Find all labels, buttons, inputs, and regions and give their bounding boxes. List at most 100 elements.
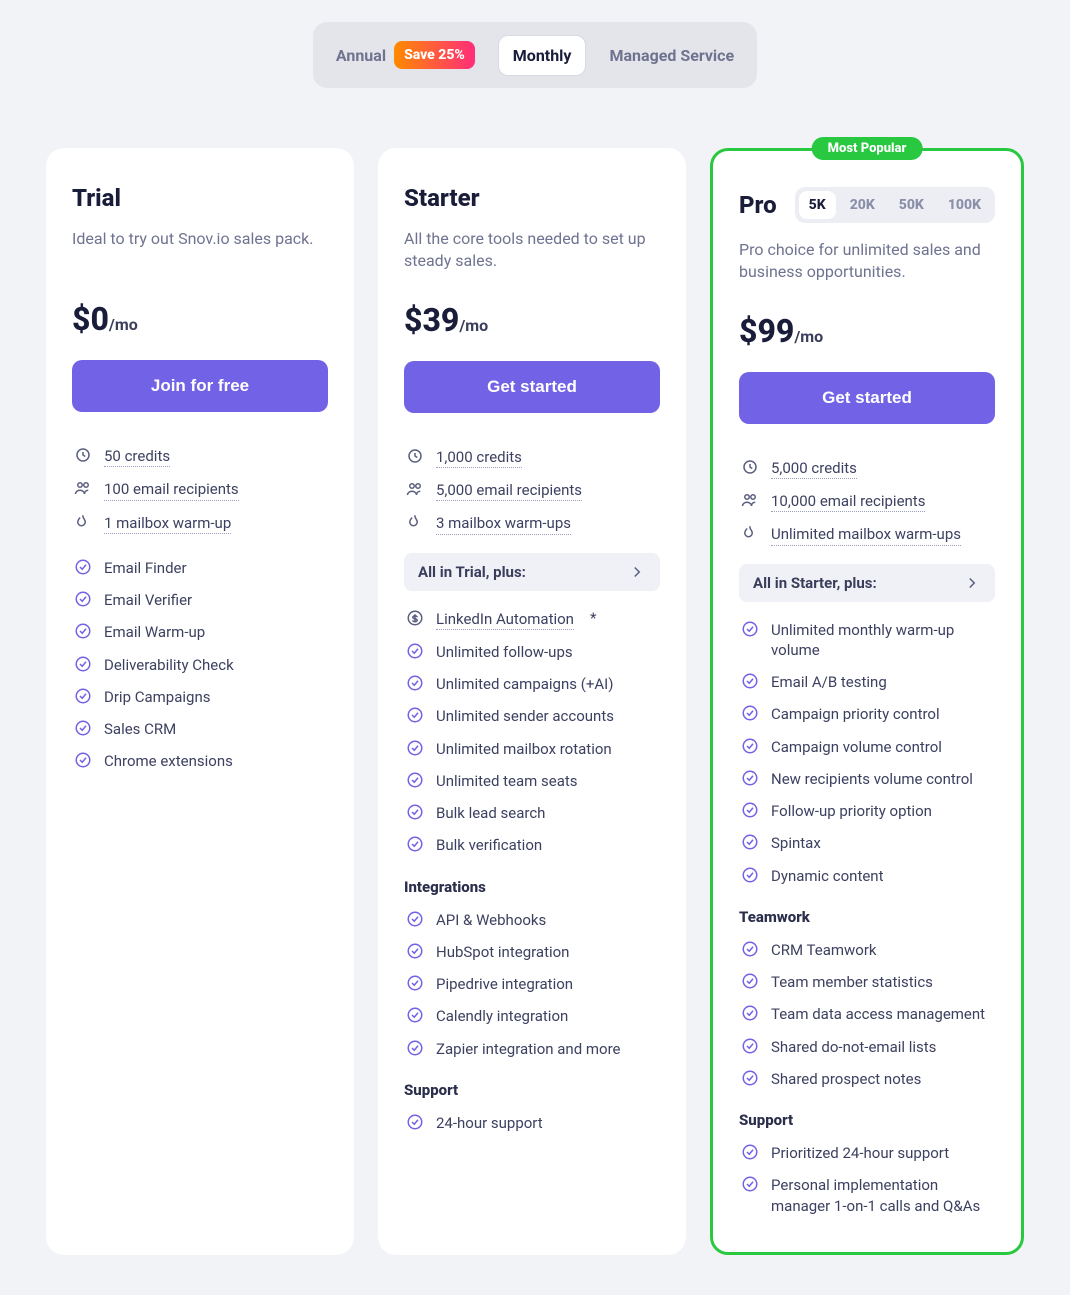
check-icon xyxy=(406,1113,424,1131)
feature-row: Shared do-not-email lists xyxy=(739,1031,995,1063)
feature-label: Email A/B testing xyxy=(771,672,887,692)
feature-label: Team data access management xyxy=(771,1004,985,1024)
usage-row: Unlimited mailbox warm-ups xyxy=(739,518,995,551)
feature-label: Sales CRM xyxy=(104,719,176,739)
usage-label: 100 email recipients xyxy=(104,479,239,500)
check-icon xyxy=(406,706,424,724)
feature-label: Bulk verification xyxy=(436,835,542,855)
feature-label: Email Verifier xyxy=(104,590,192,610)
check-icon xyxy=(406,642,424,660)
tier-tab-100K[interactable]: 100K xyxy=(938,191,991,219)
check-icon xyxy=(406,1006,424,1024)
check-icon xyxy=(741,704,759,722)
check-icon xyxy=(741,620,759,638)
feature-label: Pipedrive integration xyxy=(436,974,573,994)
usage-label: 10,000 email recipients xyxy=(771,491,925,512)
tier-tab-50K[interactable]: 50K xyxy=(889,191,934,219)
recipients-icon xyxy=(741,491,759,509)
feature-row: Team member statistics xyxy=(739,966,995,998)
feature-label: Team member statistics xyxy=(771,972,933,992)
toggle-managed[interactable]: Managed Service xyxy=(594,35,749,76)
feature-row: LinkedIn Automation* xyxy=(404,603,660,636)
feature-row: Zapier integration and more xyxy=(404,1033,660,1065)
tier-tab-20K[interactable]: 20K xyxy=(840,191,885,219)
check-icon xyxy=(741,1037,759,1055)
feature-row: New recipients volume control xyxy=(739,763,995,795)
billing-toggle: Annual Save 25% Monthly Managed Service xyxy=(313,22,757,88)
inclusion-bar[interactable]: All in Trial, plus: xyxy=(404,553,660,591)
cta-button[interactable]: Join for free xyxy=(72,360,328,412)
plan-price: $0/mo xyxy=(72,300,328,338)
feature-label: Email Warm-up xyxy=(104,622,205,642)
check-icon xyxy=(74,558,92,576)
most-popular-badge: Most Popular xyxy=(812,137,923,160)
dollar-icon xyxy=(406,609,424,627)
usage-label: 1,000 credits xyxy=(436,447,522,468)
credits-icon xyxy=(74,446,92,464)
feature-label: Deliverability Check xyxy=(104,655,234,675)
inclusion-label: All in Trial, plus: xyxy=(418,563,526,581)
plan-card-starter: StarterAll the core tools needed to set … xyxy=(378,148,686,1255)
feature-label: Unlimited follow-ups xyxy=(436,642,573,662)
feature-row: Dynamic content xyxy=(739,860,995,892)
warmup-icon xyxy=(741,524,759,542)
plan-name: Pro xyxy=(739,191,777,219)
check-icon xyxy=(406,803,424,821)
feature-row: Deliverability Check xyxy=(72,649,328,681)
feature-row: Prioritized 24-hour support xyxy=(739,1137,995,1169)
usage-label: 1 mailbox warm-up xyxy=(104,513,231,534)
check-icon xyxy=(741,1004,759,1022)
group-heading: Integrations xyxy=(404,878,660,896)
usage-row: 1 mailbox warm-up xyxy=(72,507,328,540)
chevron-icon xyxy=(628,563,646,581)
feature-row: Unlimited follow-ups xyxy=(404,636,660,668)
feature-label: Campaign priority control xyxy=(771,704,940,724)
feature-row: Unlimited team seats xyxy=(404,765,660,797)
feature-label: Zapier integration and more xyxy=(436,1039,620,1059)
save-badge: Save 25% xyxy=(394,41,475,69)
group-heading: Support xyxy=(739,1111,995,1129)
feature-row: Chrome extensions xyxy=(72,745,328,777)
check-icon xyxy=(74,622,92,640)
toggle-monthly[interactable]: Monthly xyxy=(498,35,587,76)
toggle-managed-label: Managed Service xyxy=(609,46,734,65)
inclusion-label: All in Starter, plus: xyxy=(753,574,877,592)
inclusion-bar[interactable]: All in Starter, plus: xyxy=(739,564,995,602)
usage-row: 10,000 email recipients xyxy=(739,485,995,518)
feature-row: Bulk lead search xyxy=(404,797,660,829)
usage-row: 5,000 credits xyxy=(739,452,995,485)
cta-button[interactable]: Get started xyxy=(739,372,995,424)
feature-row: Bulk verification xyxy=(404,829,660,861)
warmup-icon xyxy=(406,513,424,531)
toggle-annual[interactable]: Annual Save 25% xyxy=(321,30,490,80)
usage-label: 3 mailbox warm-ups xyxy=(436,513,571,534)
usage-row: 1,000 credits xyxy=(404,441,660,474)
feature-row: Follow-up priority option xyxy=(739,795,995,827)
feature-label: HubSpot integration xyxy=(436,942,569,962)
feature-row: Pipedrive integration xyxy=(404,968,660,1000)
feature-row: Unlimited sender accounts xyxy=(404,700,660,732)
feature-label: CRM Teamwork xyxy=(771,940,877,960)
plan-name: Starter xyxy=(404,184,480,212)
feature-label: Campaign volume control xyxy=(771,737,942,757)
check-icon xyxy=(406,771,424,789)
usage-label: 5,000 credits xyxy=(771,458,857,479)
tier-tab-5K[interactable]: 5K xyxy=(799,191,836,219)
feature-row: API & Webhooks xyxy=(404,904,660,936)
feature-label: Unlimited mailbox rotation xyxy=(436,739,612,759)
check-icon xyxy=(741,1175,759,1193)
check-icon xyxy=(741,940,759,958)
usage-row: 3 mailbox warm-ups xyxy=(404,507,660,540)
asterisk: * xyxy=(590,609,596,627)
feature-row: CRM Teamwork xyxy=(739,934,995,966)
check-icon xyxy=(74,687,92,705)
cta-button[interactable]: Get started xyxy=(404,361,660,413)
plan-desc: Pro choice for unlimited sales and busin… xyxy=(739,239,995,284)
feature-row: Unlimited mailbox rotation xyxy=(404,733,660,765)
check-icon xyxy=(741,769,759,787)
feature-label: Calendly integration xyxy=(436,1006,568,1026)
feature-row: Email Verifier xyxy=(72,584,328,616)
feature-label: API & Webhooks xyxy=(436,910,546,930)
group-heading: Teamwork xyxy=(739,908,995,926)
feature-row: Unlimited campaigns (+AI) xyxy=(404,668,660,700)
